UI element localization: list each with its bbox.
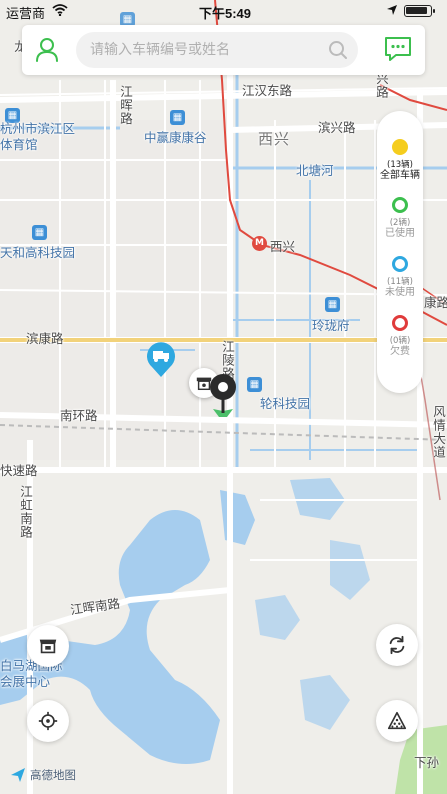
map-label: 江虹南路 xyxy=(18,485,33,539)
map-label: 风情大道 xyxy=(431,405,446,459)
blue-ring-icon xyxy=(392,256,408,272)
amap-logo-icon xyxy=(11,768,25,782)
map-logo-text: 高德地图 xyxy=(30,768,76,782)
battery-icon xyxy=(404,5,435,17)
map-label: 江汉东路 xyxy=(242,83,293,98)
locate-icon xyxy=(38,711,58,731)
map-label: 玲珑府 xyxy=(312,318,350,333)
filter-count: (13辆) xyxy=(387,160,413,170)
pin-icon xyxy=(210,374,236,417)
map-label: 滨康路 xyxy=(26,331,64,346)
locate-button[interactable] xyxy=(27,700,69,742)
building-poi-icon: ▦ xyxy=(170,110,185,125)
top-search-bar xyxy=(22,25,425,75)
search-box[interactable] xyxy=(76,32,358,68)
station-icon xyxy=(39,639,57,654)
truck-marker[interactable] xyxy=(146,341,176,378)
filter-arrears[interactable]: (0辆) 欠费 xyxy=(377,315,423,358)
map-label: 快速路 xyxy=(0,463,38,478)
filter-unused[interactable]: (11辆) 未使用 xyxy=(377,256,423,299)
map-label: 北塘河 xyxy=(296,163,334,178)
location-pin-marker[interactable] xyxy=(209,373,237,417)
map-label: 滨兴路 xyxy=(318,120,356,135)
metro-station-icon: M xyxy=(252,236,267,251)
wifi-icon xyxy=(52,4,68,16)
filter-label: 已使用 xyxy=(385,228,415,239)
map-label: 下孙 xyxy=(414,755,440,770)
filter-label: 欠费 xyxy=(390,346,410,357)
map-label: 康路 xyxy=(424,295,447,310)
map-label: 西兴 xyxy=(258,130,291,148)
building-poi-icon: ▦ xyxy=(247,377,262,392)
filter-count: (0辆) xyxy=(389,336,411,346)
filter-in-use[interactable]: (2辆) 已使用 xyxy=(377,197,423,240)
green-ring-icon xyxy=(392,197,408,213)
yellow-dot-icon xyxy=(392,139,408,155)
status-bar: 运营商 下午5:49 xyxy=(0,0,447,22)
user-profile-button[interactable] xyxy=(30,33,64,67)
filter-count: (2辆) xyxy=(389,218,411,228)
carrier-label: 运营商 xyxy=(6,6,46,21)
refresh-button[interactable] xyxy=(376,624,418,666)
map-label: 兴路 xyxy=(374,72,389,99)
map-label: 中赢康康谷 xyxy=(144,130,207,145)
refresh-icon xyxy=(389,635,405,655)
red-ring-icon xyxy=(392,315,408,331)
map-label: 江晖路 xyxy=(118,85,133,126)
map-provider-logo: 高德地图 xyxy=(10,767,76,783)
layers-icon xyxy=(387,711,407,730)
map-label: 轮科技园 xyxy=(260,396,311,411)
map-label: 南环路 xyxy=(60,408,98,423)
location-arrow-icon xyxy=(387,5,397,15)
filter-label: 全部车辆 xyxy=(380,170,420,181)
user-icon xyxy=(36,38,58,62)
building-poi-icon: ▦ xyxy=(325,297,340,312)
map-label: 杭州市滨江区体育馆 xyxy=(0,121,76,152)
filter-count: (11辆) xyxy=(387,277,413,287)
filter-all-vehicles[interactable]: (13辆) 全部车辆 xyxy=(377,139,423,182)
truck-icon xyxy=(147,342,175,377)
message-button[interactable] xyxy=(383,34,413,64)
filter-label: 未使用 xyxy=(385,287,415,298)
station-button[interactable] xyxy=(27,625,69,667)
map-label: 西兴 xyxy=(270,239,296,254)
vehicle-filter-panel: (13辆) 全部车辆 (2辆) 已使用 (11辆) 未使用 (0辆) 欠费 xyxy=(377,111,423,393)
map-label: 天和高科技园 xyxy=(0,245,76,260)
layers-button[interactable] xyxy=(376,700,418,742)
message-icon xyxy=(385,37,411,61)
park-poi-icon: ▦ xyxy=(32,225,47,240)
search-icon[interactable] xyxy=(328,40,348,60)
search-input[interactable] xyxy=(90,32,320,68)
status-time: 下午5:49 xyxy=(199,6,252,21)
